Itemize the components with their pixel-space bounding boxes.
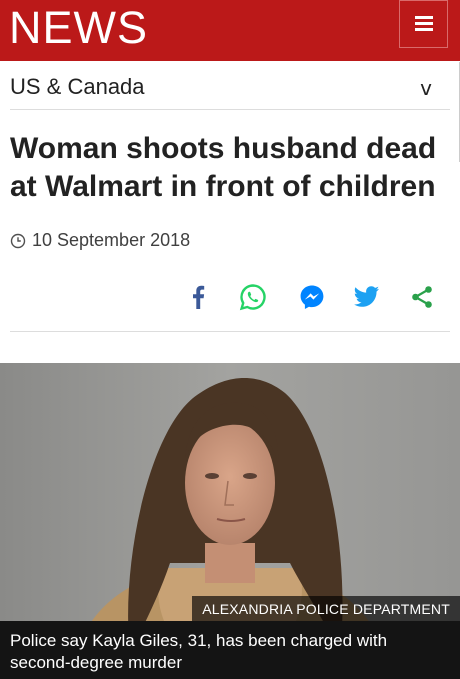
scroll-indicator: [453, 62, 460, 162]
photo-caption: Police say Kayla Giles, 31, has been cha…: [0, 621, 460, 679]
photo-credit: ALEXANDRIA POLICE DEPARTMENT: [192, 596, 460, 622]
whatsapp-share-button[interactable]: [239, 283, 267, 311]
menu-button[interactable]: [399, 0, 448, 48]
messenger-share-button[interactable]: [298, 283, 326, 311]
hamburger-menu-icon: [414, 16, 433, 32]
twitter-icon: [354, 286, 379, 307]
top-bar: NEWS: [0, 0, 460, 61]
share-tools: [0, 283, 460, 313]
section-selector[interactable]: US & Canada v: [10, 62, 450, 110]
more-share-button[interactable]: [408, 283, 436, 311]
chevron-down-icon[interactable]: v: [420, 76, 432, 100]
news-logo[interactable]: NEWS: [9, 3, 148, 53]
article-date: 10 September 2018: [10, 230, 190, 251]
messenger-icon: [300, 285, 324, 309]
article-headline: Woman shoots husband dead at Walmart in …: [10, 132, 437, 203]
facebook-icon: [193, 285, 205, 309]
section-title: US & Canada: [10, 74, 145, 99]
twitter-share-button[interactable]: [353, 283, 381, 311]
whatsapp-icon: [239, 284, 266, 311]
facebook-share-button[interactable]: [184, 283, 212, 311]
clock-icon: [10, 233, 26, 248]
share-icon: [412, 286, 432, 308]
divider: [10, 331, 450, 332]
date-text: 10 September 2018: [32, 230, 191, 250]
